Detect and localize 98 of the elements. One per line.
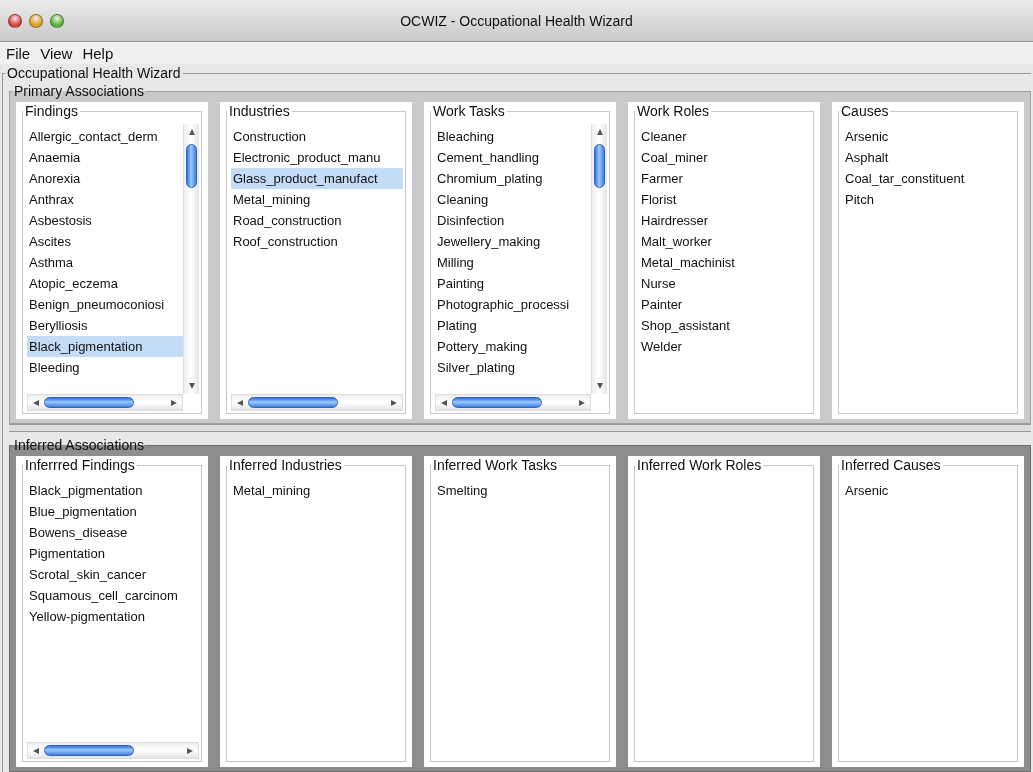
list-item[interactable]: Roof_construction <box>231 231 403 252</box>
list-item[interactable]: Coal_miner <box>639 147 811 168</box>
list-item[interactable]: Road_construction <box>231 210 403 231</box>
scroll-thumb[interactable] <box>248 397 338 408</box>
list-item[interactable]: Painter <box>639 294 811 315</box>
list-item[interactable]: Asbestosis <box>27 210 183 231</box>
list-item[interactable]: Metal_mining <box>231 189 403 210</box>
group-title: Occupational Health Wizard <box>6 64 182 82</box>
list-item[interactable]: Nurse <box>639 273 811 294</box>
list-item[interactable]: Ascites <box>27 231 183 252</box>
zoom-button[interactable] <box>50 13 64 28</box>
vertical-scrollbar[interactable] <box>591 124 607 394</box>
left-arrow-icon[interactable] <box>236 398 244 407</box>
list-item[interactable]: Asthma <box>27 252 183 273</box>
down-arrow-icon[interactable] <box>595 382 604 390</box>
list-item[interactable]: Welder <box>639 336 811 357</box>
list-item[interactable]: Anthrax <box>27 189 183 210</box>
list-item[interactable]: Plating <box>435 315 591 336</box>
close-button[interactable] <box>8 13 22 28</box>
list-item[interactable]: Malt_worker <box>639 231 811 252</box>
panel-title: Causes <box>840 102 890 120</box>
list-item[interactable]: Smelting <box>435 480 607 501</box>
panel-title: Industries <box>228 102 291 120</box>
list-item[interactable]: Anaemia <box>27 147 183 168</box>
horizontal-scrollbar[interactable] <box>231 394 403 411</box>
list-item[interactable]: Shop_assistant <box>639 315 811 336</box>
scroll-thumb[interactable] <box>44 745 134 756</box>
menu-item[interactable]: Help <box>82 44 114 62</box>
panel-title: Inferred Work Roles <box>636 456 763 474</box>
list-item[interactable]: Jewellery_making <box>435 231 591 252</box>
list-item[interactable]: Farmer <box>639 168 811 189</box>
list-item[interactable]: Atopic_eczema <box>27 273 183 294</box>
left-arrow-icon[interactable] <box>32 398 40 407</box>
list-item[interactable]: Anorexia <box>27 168 183 189</box>
right-arrow-icon[interactable] <box>170 398 178 407</box>
list-item[interactable]: Metal_mining <box>231 480 403 501</box>
scroll-thumb[interactable] <box>594 144 605 188</box>
window-title: OCWIZ - Occupational Health Wizard <box>400 12 633 29</box>
list-item[interactable]: Chromium_plating <box>435 168 591 189</box>
list-item[interactable]: Disinfection <box>435 210 591 231</box>
list-item[interactable]: Benign_pneumoconiosi <box>27 294 183 315</box>
list-item[interactable]: Berylliosis <box>27 315 183 336</box>
down-arrow-icon[interactable] <box>187 382 196 390</box>
list-item[interactable]: Electronic_product_manu <box>231 147 403 168</box>
list-item[interactable]: Pitch <box>843 189 1015 210</box>
section-title: Primary Associations <box>13 82 145 100</box>
list-item[interactable]: Cement_handling <box>435 147 591 168</box>
list-item[interactable]: Construction <box>231 126 403 147</box>
list-item[interactable]: Arsenic <box>843 480 1015 501</box>
list-item[interactable]: Photographic_processi <box>435 294 591 315</box>
right-arrow-icon[interactable] <box>390 398 398 407</box>
list-item[interactable]: Pottery_making <box>435 336 591 357</box>
panel-title: Findings <box>24 102 79 120</box>
vertical-scrollbar[interactable] <box>183 124 199 394</box>
list-item[interactable]: Asphalt <box>843 147 1015 168</box>
list-item[interactable]: Black_pigmentation <box>27 336 183 357</box>
horizontal-scrollbar[interactable] <box>27 394 183 411</box>
panel-title: Work Tasks <box>432 102 506 120</box>
left-arrow-icon[interactable] <box>440 398 448 407</box>
right-arrow-icon[interactable] <box>186 746 194 755</box>
list-item[interactable]: Yellow-pigmentation <box>27 606 199 627</box>
list-item[interactable]: Silver_plating <box>435 357 591 378</box>
list-item[interactable]: Painting <box>435 273 591 294</box>
list-item[interactable]: Florist <box>639 189 811 210</box>
minimize-button[interactable] <box>29 13 43 28</box>
list-item[interactable]: Allergic_contact_derm <box>27 126 183 147</box>
menu-item[interactable]: File <box>6 44 31 62</box>
list-item[interactable]: Blue_pigmentation <box>27 501 199 522</box>
panel-title: Work Roles <box>636 102 711 120</box>
panel-title: Inferred Industries <box>228 456 343 474</box>
up-arrow-icon[interactable] <box>187 128 196 136</box>
list-item[interactable]: Milling <box>435 252 591 273</box>
list-item[interactable]: Bleeding <box>27 357 183 378</box>
right-arrow-icon[interactable] <box>578 398 586 407</box>
list-item[interactable]: Squamous_cell_carcinom <box>27 585 199 606</box>
list-item[interactable]: Metal_machinist <box>639 252 811 273</box>
scroll-thumb[interactable] <box>44 397 134 408</box>
list-item[interactable]: Coal_tar_constituent <box>843 168 1015 189</box>
list-item[interactable]: Bowens_disease <box>27 522 199 543</box>
list-item[interactable]: Glass_product_manufact <box>231 168 403 189</box>
scroll-thumb[interactable] <box>452 397 542 408</box>
panel-title: Inferred Work Tasks <box>432 456 558 474</box>
list-item[interactable]: Scrotal_skin_cancer <box>27 564 199 585</box>
list-item[interactable]: Black_pigmentation <box>27 480 199 501</box>
panel-title: Inferrred Findings <box>24 456 136 474</box>
list-item[interactable]: Hairdresser <box>639 210 811 231</box>
left-arrow-icon[interactable] <box>32 746 40 755</box>
horizontal-scrollbar[interactable] <box>435 394 591 411</box>
list-item[interactable]: Arsenic <box>843 126 1015 147</box>
menu-item[interactable]: View <box>40 44 73 62</box>
scroll-thumb[interactable] <box>186 144 197 188</box>
up-arrow-icon[interactable] <box>595 128 604 136</box>
list-item[interactable]: Cleaning <box>435 189 591 210</box>
list-item[interactable]: Pigmentation <box>27 543 199 564</box>
horizontal-scrollbar[interactable] <box>27 742 199 759</box>
panel-title: Inferred Causes <box>840 456 942 474</box>
list-item[interactable]: Cleaner <box>639 126 811 147</box>
list-item[interactable]: Bleaching <box>435 126 591 147</box>
